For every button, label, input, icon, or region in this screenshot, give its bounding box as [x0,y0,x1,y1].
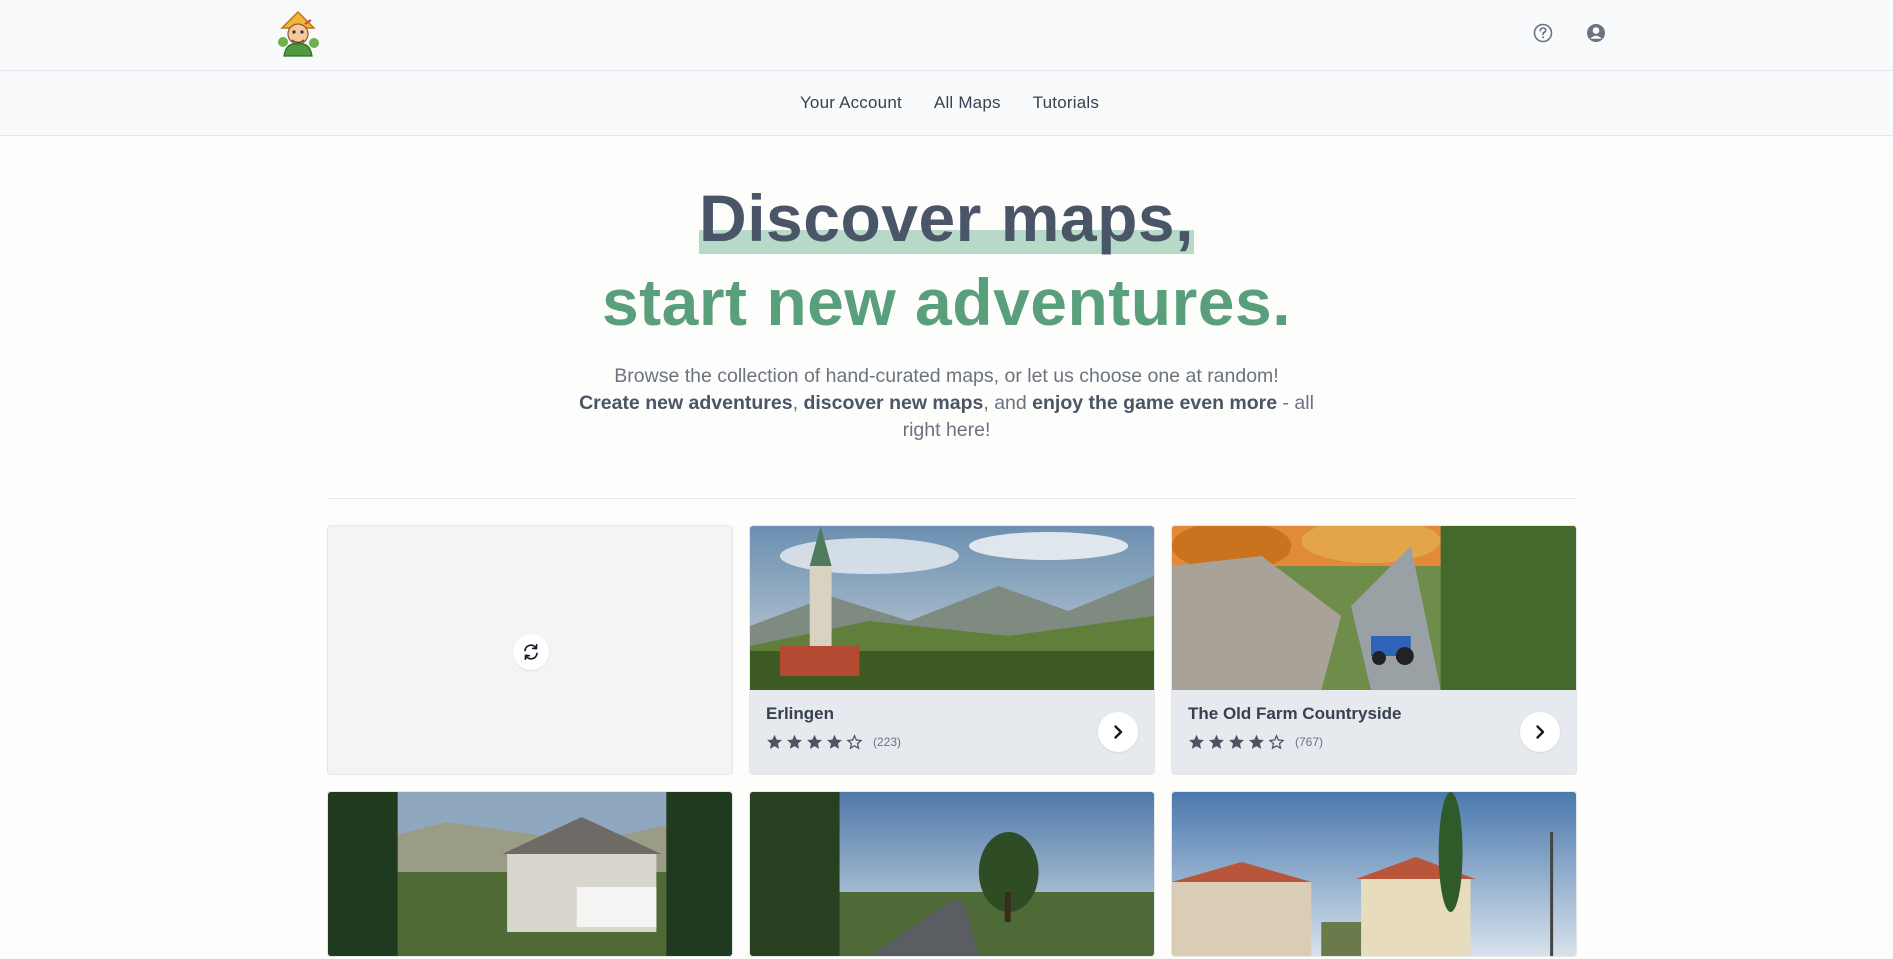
section-divider [327,498,1576,499]
star-rating: (767) [1188,734,1323,750]
map-card-info: Erlingen (223) [750,690,1154,774]
map-card[interactable] [327,791,733,957]
map-title: The Old Farm Countryside [1188,704,1402,723]
star-filled-icon [787,734,802,749]
map-thumbnail [750,792,1154,956]
map-thumbnail [750,526,1154,690]
nav-all-maps[interactable]: All Maps [934,93,1001,113]
map-card[interactable]: Erlingen (223) [749,525,1155,775]
chevron-right-icon [1114,725,1123,739]
headline-line2: start new adventures. [601,265,1292,339]
star-filled-icon [1189,734,1204,749]
chevron-right-icon [1536,725,1545,739]
star-filled-icon [827,734,842,749]
headline-line1: Discover maps, [699,181,1194,255]
star-empty-icon [1268,734,1285,750]
random-map-card[interactable] [327,525,733,775]
nav-tutorials[interactable]: Tutorials [1033,93,1099,113]
map-thumbnail [328,792,732,956]
main-nav: Your Account All Maps Tutorials [0,71,1893,136]
site-logo[interactable] [274,10,322,58]
star-rating: (223) [766,734,901,750]
star-filled-icon [1249,734,1264,749]
user-circle-icon[interactable] [1585,22,1607,44]
map-thumbnail [1172,526,1576,690]
open-map-button[interactable] [1098,712,1138,752]
rating-count: (767) [1295,735,1324,749]
help-icon[interactable] [1532,22,1554,44]
star-filled-icon [807,734,822,749]
refresh-icon[interactable] [513,634,549,670]
star-filled-icon [1229,734,1244,749]
map-title: Erlingen [766,704,835,723]
map-card-info: The Old Farm Countryside (767) [1172,690,1576,774]
map-thumbnail [1172,792,1576,956]
map-card[interactable] [749,791,1155,957]
nav-your-account[interactable]: Your Account [800,93,902,113]
map-card[interactable]: The Old Farm Countryside (767) [1171,525,1577,775]
star-empty-icon [846,734,863,750]
hero-subtitle: Browse the collection of hand-curated ma… [579,365,1314,441]
open-map-button[interactable] [1520,712,1560,752]
star-filled-icon [767,734,782,749]
rating-count: (223) [873,735,902,749]
map-card[interactable] [1171,791,1577,957]
hero: Discover maps, start new adventures. Bro… [0,136,1893,444]
star-filled-icon [1209,734,1224,749]
top-bar [0,0,1893,71]
